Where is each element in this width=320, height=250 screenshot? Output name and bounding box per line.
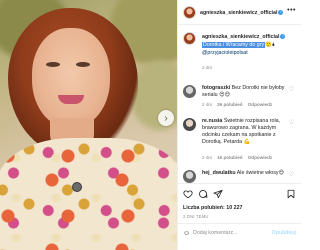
- caption-emoji: 🙂🌢: [265, 42, 275, 48]
- likes-number: 10 227: [226, 205, 243, 211]
- post-date[interactable]: 2 DNI TEMU: [183, 214, 209, 219]
- verified-badge-icon: ✓: [278, 10, 284, 16]
- comment-username[interactable]: re.nusia: [202, 118, 222, 124]
- verified-badge-icon: ✓: [280, 34, 286, 40]
- comment-likes[interactable]: 16 polubień: [217, 155, 243, 160]
- avatar[interactable]: [183, 118, 196, 131]
- caption-mention-line: @przyjacioleipolsat: [202, 50, 248, 56]
- face: [32, 28, 110, 128]
- comment-username[interactable]: hej_dwulatku: [202, 170, 236, 176]
- avatar[interactable]: [183, 6, 196, 19]
- bookmark-icon[interactable]: [286, 189, 296, 199]
- comment-emoji: 😍: [278, 170, 285, 176]
- comment-body: Ale świetne włosy: [236, 170, 279, 176]
- floral-blouse: [0, 138, 177, 250]
- likes-label: Liczba polubień:: [183, 205, 225, 211]
- heart-icon[interactable]: ♡: [289, 86, 294, 93]
- caption-author-line: agnieszka_sienkiewicz_official ✓: [202, 34, 286, 40]
- comment-emoji: 😍😍: [219, 92, 231, 98]
- reply-button[interactable]: Odpowiedz: [248, 102, 273, 107]
- comment-emoji: 💪: [243, 139, 251, 145]
- caption-highlighted-text: Dorotka i Wracamy do gry: [202, 42, 266, 48]
- comment-username[interactable]: fotograszki: [202, 85, 230, 91]
- comment: fotograszki Bez Dorotki nie byłoby seria…: [202, 85, 290, 99]
- comment-icon[interactable]: [198, 189, 208, 199]
- publish-button[interactable]: Opublikuj: [272, 230, 296, 236]
- comment-meta: 2 dni 16 polubień Odpowiedz: [202, 155, 272, 160]
- eye: [76, 62, 90, 67]
- more-icon[interactable]: •••: [287, 7, 296, 14]
- chevron-right-icon[interactable]: ›: [158, 110, 174, 126]
- heart-icon[interactable]: ♡: [289, 171, 294, 178]
- comment-input[interactable]: [193, 230, 273, 236]
- reply-button[interactable]: Odpowiedz: [248, 155, 273, 160]
- caption-text: Dorotka i Wracamy do gry🙂🌢: [202, 42, 275, 49]
- comment-time[interactable]: 2 dni: [202, 155, 212, 160]
- comment-time[interactable]: 2 dni: [202, 102, 212, 107]
- instagram-post-view: › agnieszka_sienkiewicz_official ✓ ••• ag…: [0, 0, 301, 250]
- comment: hej_dwulatku Ale świetne włosy😍: [202, 170, 290, 177]
- comment-likes[interactable]: 26 polubień: [217, 102, 243, 107]
- comment-meta: 2 dni 26 polubień Odpowiedz: [202, 102, 272, 107]
- post-actions: Liczba polubień: 10 227 2 DNI TEMU ☺ Opu…: [178, 183, 301, 243]
- post-side-panel: agnieszka_sienkiewicz_official ✓ ••• agni…: [177, 0, 301, 250]
- author-username[interactable]: agnieszka_sienkiewicz_official ✓: [200, 10, 284, 16]
- heart-icon[interactable]: [183, 189, 193, 199]
- share-icon[interactable]: [213, 189, 223, 199]
- caption-mention-link[interactable]: @przyjacioleipolsat: [202, 50, 248, 56]
- comment: re.nusia Świetnie rozpisana rola, brawur…: [202, 118, 290, 146]
- pendant: [72, 182, 82, 192]
- eye: [46, 62, 60, 67]
- post-photo[interactable]: [0, 0, 177, 250]
- smiley-icon[interactable]: ☺: [183, 230, 190, 237]
- comment-box: ☺ Opublikuj: [178, 223, 301, 243]
- caption-timestamp[interactable]: 2 dni: [202, 65, 212, 70]
- caption-author[interactable]: agnieszka_sienkiewicz_official: [202, 34, 279, 40]
- post-header: agnieszka_sienkiewicz_official ✓ •••: [178, 0, 301, 25]
- avatar[interactable]: [183, 170, 196, 183]
- heart-icon[interactable]: ♡: [289, 119, 294, 126]
- avatar[interactable]: [183, 85, 196, 98]
- author-name[interactable]: agnieszka_sienkiewicz_official: [200, 10, 277, 16]
- likes-count[interactable]: Liczba polubień: 10 227: [183, 205, 242, 211]
- avatar[interactable]: [183, 32, 196, 45]
